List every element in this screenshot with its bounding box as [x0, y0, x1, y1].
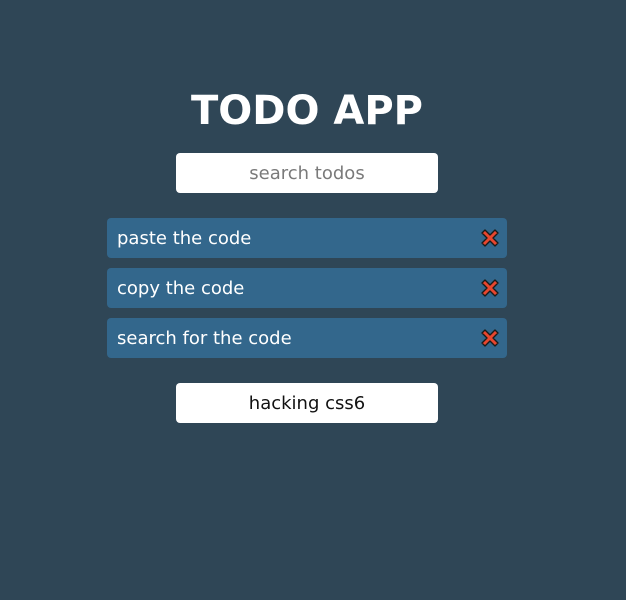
todo-item: copy the code: [107, 268, 507, 308]
todo-text: paste the code: [117, 227, 252, 249]
todo-item: search for the code: [107, 318, 507, 358]
close-icon[interactable]: [479, 327, 501, 349]
todo-text: search for the code: [117, 327, 292, 349]
search-input[interactable]: [176, 153, 438, 193]
add-todo-input[interactable]: [176, 383, 438, 423]
close-icon[interactable]: [479, 227, 501, 249]
todo-item: paste the code: [107, 218, 507, 258]
todo-list: paste the code copy the code search for …: [107, 218, 507, 368]
todo-app-page: { "app": { "title": "TODO APP" }, "searc…: [0, 0, 626, 600]
app-title: TODO APP: [190, 88, 423, 134]
close-icon[interactable]: [479, 277, 501, 299]
todo-text: copy the code: [117, 277, 245, 299]
